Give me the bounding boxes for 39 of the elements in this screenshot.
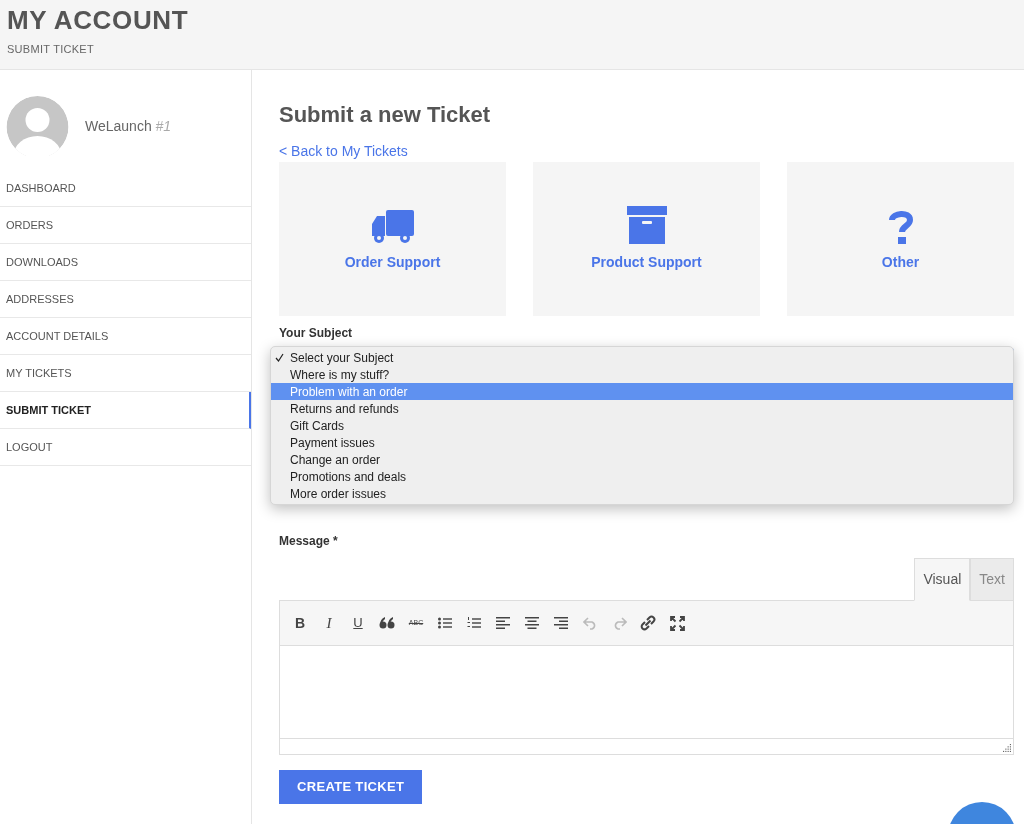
page-heading: Submit a new Ticket [279,101,491,129]
fullscreen-button[interactable] [667,613,687,633]
create-ticket-button[interactable]: CREATE TICKET [279,770,423,804]
field-label: Message * [279,533,338,550]
resize-handle-icon[interactable] [1003,744,1011,752]
sidebar-item[interactable]: SUBMIT TICKET [0,392,251,429]
dropdown-option[interactable]: Promotions and deals [271,468,1013,485]
back-link[interactable]: < Back to My Tickets [279,141,408,162]
dropdown-option[interactable]: Returns and refunds [271,400,1013,417]
truck-icon [371,209,414,244]
breadcrumb: SUBMIT TICKET [7,42,94,57]
dropdown-option[interactable]: Payment issues [271,434,1013,451]
bold-button[interactable]: B [290,613,310,633]
sidebar-item[interactable]: DOWNLOADS [0,244,251,281]
field-label: Your Subject [279,325,353,342]
underline-button[interactable]: U [348,613,368,633]
sidebar-item[interactable]: ACCOUNT DETAILS [0,318,251,355]
sidebar-item[interactable]: LOGOUT [0,429,251,466]
box-icon [626,205,667,244]
category-card[interactable]: Product Support [533,162,760,316]
editor-tab[interactable]: Visual [914,558,971,601]
sidebar-item[interactable]: ADDRESSES [0,281,251,318]
avatar-icon [6,96,69,156]
page-title: MY ACCOUNT [7,5,189,35]
question-icon [888,209,913,244]
dropdown-option[interactable]: Where is my stuff? [271,366,1013,383]
sidebar-item[interactable]: MY TICKETS [0,355,251,392]
sidebar-item[interactable]: ORDERS [0,207,251,244]
dropdown-option[interactable]: More order issues [271,485,1013,502]
user-name: WeLaunch #1 [85,116,172,136]
italic-button[interactable]: I [319,613,339,633]
category-card[interactable]: Other [787,162,1014,316]
sidebar-item[interactable]: DASHBOARD [0,170,251,207]
dropdown-option[interactable]: Gift Cards [271,417,1013,434]
dropdown-option[interactable]: Select your Subject [271,349,1013,366]
checkmark-icon [275,353,284,362]
category-card[interactable]: Order Support [279,162,506,316]
link-button[interactable] [638,613,658,633]
dropdown-option[interactable]: Change an order [271,451,1013,468]
